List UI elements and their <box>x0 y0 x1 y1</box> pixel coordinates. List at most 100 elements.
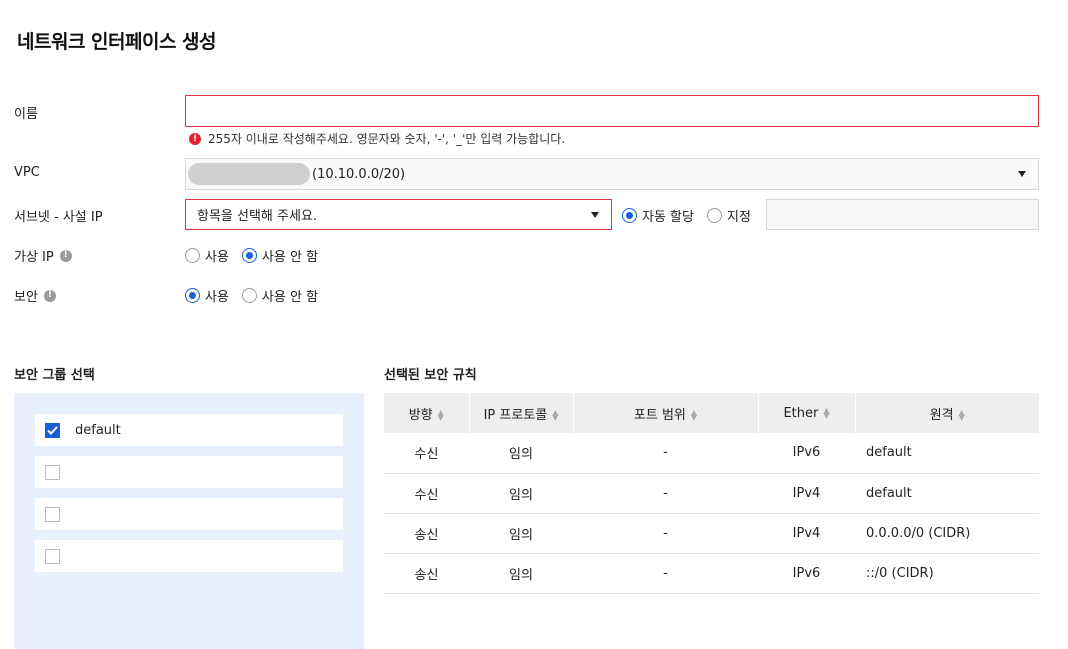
cell-ether: IPv6 <box>758 433 855 474</box>
cell-remote: 0.0.0.0/0 (CIDR) <box>855 513 1039 554</box>
security-group-title: 보안 그룹 선택 <box>14 368 95 383</box>
name-error-message: ! 255자 이내로 작성해주세요. 영문자와 숫자, '-', '_'만 입력… <box>189 130 565 147</box>
security-group-item[interactable] <box>35 456 343 488</box>
table-header-row: 방향 ▲ ▼ IP 프로토콜 ▲ ▼ 포트 범위 ▲ ▼ Ether ▲ ▼ 원격 ▲ ▼ <box>384 393 1039 433</box>
security-label-text: 보안 <box>14 290 38 305</box>
radio-label: 사용 안 함 <box>261 250 319 265</box>
radio-auto-assign[interactable]: 자동 할당 <box>622 206 694 225</box>
radio-circle[interactable] <box>622 208 637 223</box>
name-input[interactable] <box>185 95 1039 127</box>
cell-direction: 송신 <box>384 513 469 554</box>
column-header-label: 원격 <box>929 407 954 423</box>
vpc-label: VPC <box>14 165 40 180</box>
table-row: 송신 임의 - IPv4 0.0.0.0/0 (CIDR) <box>384 513 1039 554</box>
security-group-label: default <box>75 422 121 438</box>
checkbox[interactable] <box>45 464 60 480</box>
cell-protocol: 임의 <box>469 433 573 474</box>
page-title: 네트워크 인터페이스 생성 <box>17 31 217 53</box>
table-row: 송신 임의 - IPv6 ::/0 (CIDR) <box>384 553 1039 594</box>
radio-virtual-ip-unused[interactable]: 사용 안 함 <box>241 246 319 265</box>
cell-ether: IPv6 <box>758 553 855 594</box>
virtual-ip-radio-group: 사용 사용 안 함 <box>185 246 331 265</box>
table-row: 수신 임의 - IPv6 default <box>384 433 1039 474</box>
subnet-select[interactable]: 항목을 선택해 주세요. <box>185 199 612 230</box>
chevron-down-icon <box>1018 171 1026 177</box>
radio-circle[interactable] <box>706 208 722 223</box>
cell-direction: 수신 <box>384 473 469 514</box>
sort-icon: ▲ ▼ <box>437 408 444 422</box>
cell-remote: ::/0 (CIDR) <box>855 553 1039 594</box>
column-header-label: IP 프로토콜 <box>483 407 548 423</box>
cell-port-range: - <box>573 473 758 514</box>
column-header-label: 포트 범위 <box>633 407 686 423</box>
cell-remote: default <box>855 433 1039 474</box>
cell-port-range: - <box>573 433 758 474</box>
cell-ether: IPv4 <box>758 513 855 554</box>
security-label: 보안 ! <box>14 286 56 305</box>
rules-table: 방향 ▲ ▼ IP 프로토콜 ▲ ▼ 포트 범위 ▲ ▼ Ether ▲ ▼ 원격 ▲ ▼ 수신 임… <box>384 393 1039 594</box>
name-label: 이름 <box>14 103 38 122</box>
sort-icon: ▲ ▼ <box>552 408 559 422</box>
radio-label: 사용 안 함 <box>261 290 319 305</box>
virtual-ip-label-text: 가상 IP <box>14 250 54 265</box>
checkbox[interactable] <box>45 506 60 522</box>
column-header-port-range[interactable]: 포트 범위 ▲ ▼ <box>573 393 759 433</box>
security-radio-group: 사용 사용 안 함 <box>185 286 331 305</box>
cell-port-range: - <box>573 513 758 554</box>
radio-label: 지정 <box>726 210 751 225</box>
ip-assign-radio-group: 자동 할당 지정 <box>622 206 764 225</box>
private-ip-input[interactable] <box>766 199 1039 230</box>
column-header-remote[interactable]: 원격 ▲ ▼ <box>855 393 1039 433</box>
radio-label: 사용 <box>205 250 229 265</box>
radio-specify[interactable]: 지정 <box>706 206 751 225</box>
column-header-direction[interactable]: 방향 ▲ ▼ <box>384 393 470 433</box>
cell-direction: 송신 <box>384 553 469 594</box>
subnet-label-text: 서브넷 - 사설 IP <box>14 210 103 225</box>
cell-protocol: 임의 <box>469 473 573 514</box>
radio-label: 자동 할당 <box>642 210 694 225</box>
cell-protocol: 임의 <box>469 513 573 554</box>
radio-circle[interactable] <box>185 248 200 263</box>
security-group-panel: default <box>14 393 364 649</box>
radio-security-unused[interactable]: 사용 안 함 <box>241 286 319 305</box>
vpc-cidr: (10.10.0.0/20) <box>312 166 406 182</box>
security-group-item[interactable]: default <box>35 414 343 446</box>
check-icon <box>47 425 58 435</box>
column-header-label: Ether <box>783 405 819 421</box>
security-group-item[interactable] <box>35 498 343 530</box>
cell-remote: default <box>855 473 1039 514</box>
vpc-select[interactable]: (10.10.0.0/20) <box>185 158 1039 190</box>
vpc-label-text: VPC <box>14 165 40 180</box>
name-error-text: 255자 이내로 작성해주세요. 영문자와 숫자, '-', '_'만 입력 가… <box>208 132 566 146</box>
column-header-label: 방향 <box>408 407 433 423</box>
cell-direction: 수신 <box>384 433 469 474</box>
radio-security-use[interactable]: 사용 <box>185 286 229 305</box>
sort-icon: ▲ ▼ <box>823 406 830 420</box>
sort-icon: ▲ ▼ <box>690 408 698 422</box>
radio-circle[interactable] <box>185 288 200 303</box>
vpc-name-redacted <box>188 163 310 185</box>
subnet-label: 서브넷 - 사설 IP <box>14 206 103 225</box>
radio-circle[interactable] <box>241 288 257 303</box>
radio-circle[interactable] <box>241 248 257 263</box>
chevron-down-icon <box>591 211 599 218</box>
virtual-ip-label: 가상 IP ! <box>14 246 72 265</box>
checkbox[interactable] <box>45 548 60 564</box>
selected-rules-title: 선택된 보안 규칙 <box>384 368 477 383</box>
checkbox[interactable] <box>45 422 60 438</box>
info-icon[interactable]: ! <box>59 249 72 262</box>
table-row: 수신 임의 - IPv4 default <box>384 473 1039 514</box>
subnet-placeholder: 항목을 선택해 주세요. <box>197 209 318 224</box>
security-group-item[interactable] <box>35 540 343 572</box>
column-header-protocol[interactable]: IP 프로토콜 ▲ ▼ <box>469 393 574 433</box>
cell-port-range: - <box>573 553 758 594</box>
column-header-ether[interactable]: Ether ▲ ▼ <box>758 393 856 433</box>
cell-ether: IPv4 <box>758 473 855 514</box>
radio-virtual-ip-use[interactable]: 사용 <box>185 246 229 265</box>
radio-label: 사용 <box>205 290 229 305</box>
cell-protocol: 임의 <box>469 553 573 594</box>
error-icon: ! <box>189 132 201 145</box>
name-label-text: 이름 <box>14 107 38 122</box>
sort-icon: ▲ ▼ <box>958 408 965 422</box>
info-icon[interactable]: ! <box>43 289 56 302</box>
